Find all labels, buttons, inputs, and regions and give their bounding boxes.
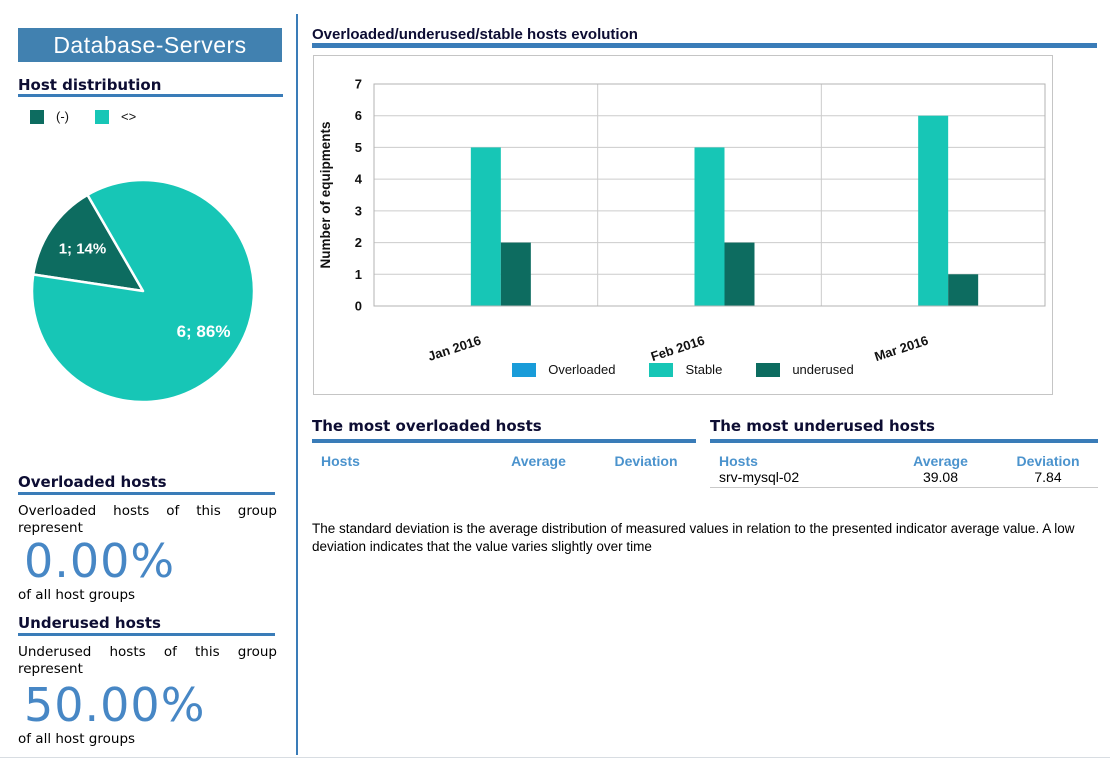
bar-stable [918, 116, 948, 306]
underused-hosts-heading: Underused hosts [18, 614, 161, 632]
group-title-bar: Database-Servers [18, 28, 282, 62]
hosts-evolution-bar-chart: 0 1 2 3 4 5 6 7 Jan 2016 Feb 2016 Mar 2016 Number o… [314, 56, 1052, 394]
y-tick-label: 3 [355, 203, 362, 218]
group-title: Database-Servers [53, 32, 246, 59]
legend-swatch-icon [95, 110, 109, 124]
underused-table-rule [710, 439, 1098, 443]
bar-underused [501, 243, 531, 306]
cell-deviation: 7.84 [998, 469, 1098, 485]
overloaded-table-rule [312, 439, 696, 443]
legend-label: <> [121, 109, 136, 124]
overloaded-hosts-description: Overloaded hosts of this group represent [18, 503, 277, 537]
overloaded-table-heading: The most overloaded hosts [312, 417, 696, 435]
bar-stable [695, 147, 725, 306]
legend-label: Overloaded [548, 362, 615, 377]
legend-label: underused [792, 362, 853, 377]
legend-swatch-icon [512, 363, 536, 377]
pie-slice-label: 6; 86% [177, 322, 231, 341]
overloaded-hosts-heading: Overloaded hosts [18, 473, 167, 491]
y-tick-label: 1 [355, 267, 362, 282]
underused-percent-value: 50.00% [24, 682, 205, 728]
overloaded-hosts-table: The most overloaded hosts Hosts Average … [312, 417, 696, 469]
legend-swatch-icon [756, 363, 780, 377]
y-tick-label: 6 [355, 108, 362, 123]
column-header-deviation: Deviation [596, 453, 696, 469]
overloaded-hosts-rule [18, 492, 275, 495]
column-header-average: Average [883, 453, 998, 469]
bar-underused [725, 243, 755, 306]
pie-legend-item: <> [95, 109, 136, 124]
host-distribution-rule [18, 94, 283, 97]
overloaded-percent-caption: of all host groups [18, 587, 135, 603]
overloaded-table-header-row: Hosts Average Deviation [312, 453, 696, 469]
bar-legend-item: underused [756, 362, 853, 377]
cell-average: 39.08 [883, 469, 998, 485]
pie-legend: (-) <> [30, 109, 136, 124]
cell-host: srv-mysql-02 [710, 469, 883, 485]
y-tick-label: 7 [355, 77, 362, 92]
x-tick-label: Mar 2016 [873, 333, 931, 364]
x-tick-label: Jan 2016 [426, 333, 483, 364]
y-tick-label: 0 [355, 299, 362, 314]
legend-swatch-icon [649, 363, 673, 377]
bar-underused [948, 274, 978, 306]
pie-slice-label: 1; 14% [59, 241, 107, 258]
legend-swatch-icon [30, 110, 44, 124]
evolution-chart-panel: 0 1 2 3 4 5 6 7 Jan 2016 Feb 2016 Mar 2016 Number o… [313, 55, 1053, 395]
evolution-chart-title: Overloaded/underused/stable hosts evolut… [312, 26, 638, 43]
underused-percent-caption: of all host groups [18, 731, 135, 747]
host-distribution-heading: Host distribution [18, 76, 161, 94]
bar-chart-legend: Overloaded Stable underused [314, 362, 1052, 377]
host-distribution-pie: 1; 14% 6; 86% [28, 176, 258, 406]
column-header-deviation: Deviation [998, 453, 1098, 469]
underused-table-header-row: Hosts Average Deviation [710, 453, 1098, 469]
bar-stable [471, 147, 501, 306]
overloaded-percent-value: 0.00% [24, 538, 175, 584]
column-header-hosts: Hosts [710, 453, 883, 469]
x-tick-label: Feb 2016 [649, 333, 707, 364]
underused-hosts-rule [18, 633, 275, 636]
bar-legend-item: Stable [649, 362, 722, 377]
pie-legend-item: (-) [30, 109, 69, 124]
legend-label: Stable [685, 362, 722, 377]
y-tick-label: 2 [355, 235, 362, 250]
page-bottom-rule [0, 757, 1110, 758]
underused-table-heading: The most underused hosts [710, 417, 1098, 435]
y-tick-label: 4 [355, 172, 363, 187]
legend-label: (-) [56, 109, 69, 124]
deviation-note: The standard deviation is the average di… [312, 520, 1107, 555]
underused-table-body: srv-mysql-0239.087.84 [710, 469, 1098, 488]
column-divider [296, 14, 298, 755]
y-tick-label: 5 [355, 140, 362, 155]
column-header-hosts: Hosts [312, 453, 481, 469]
bar-legend-item: Overloaded [512, 362, 615, 377]
y-axis-title: Number of equipments [318, 121, 333, 268]
table-row: srv-mysql-0239.087.84 [710, 469, 1098, 488]
underused-hosts-table: The most underused hosts Hosts Average D… [710, 417, 1098, 488]
underused-hosts-description: Underused hosts of this group represent [18, 644, 277, 678]
column-header-average: Average [481, 453, 596, 469]
evolution-chart-rule [312, 43, 1097, 48]
